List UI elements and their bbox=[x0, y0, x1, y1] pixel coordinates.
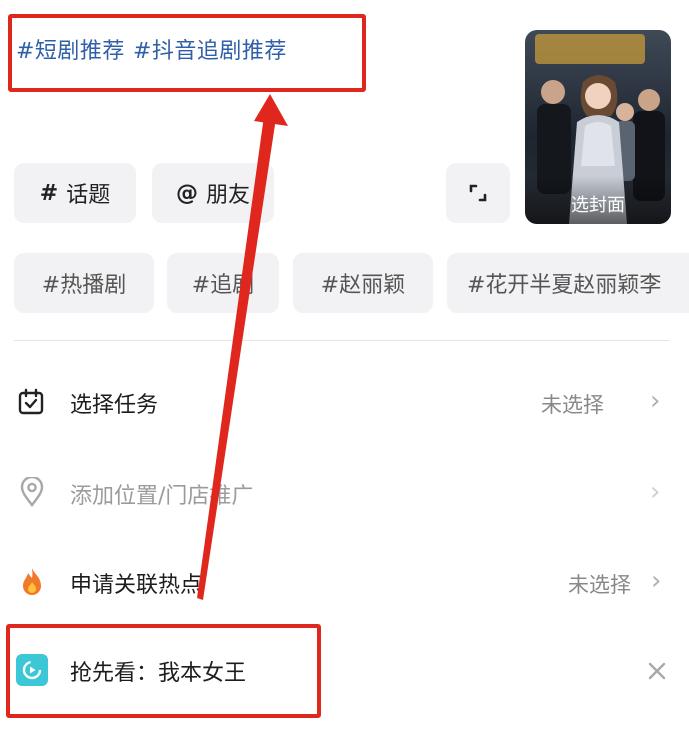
select-task-value: 未选择 bbox=[541, 393, 604, 417]
add-location-row[interactable]: 添加位置/门店推广 › bbox=[0, 462, 689, 522]
tag-chip-binge[interactable]: #追剧 bbox=[167, 253, 279, 313]
tag-chip-label: #热播剧 bbox=[41, 273, 127, 298]
link-hotspot-value: 未选择 bbox=[568, 573, 631, 597]
chevron-right-icon: › bbox=[650, 386, 661, 416]
friend-chip-label: 朋友 bbox=[205, 183, 250, 208]
tag-chip-label: #花开半夏赵丽颖李 bbox=[467, 273, 662, 298]
select-task-label: 选择任务 bbox=[70, 393, 159, 418]
topic-chip-label: 话题 bbox=[66, 183, 111, 208]
section-divider bbox=[14, 340, 670, 341]
select-task-row[interactable]: 选择任务 未选择 › bbox=[0, 372, 689, 432]
hash-icon: # bbox=[39, 180, 59, 206]
link-hotspot-label: 申请关联热点 bbox=[70, 573, 203, 598]
tag-chip-label: #赵丽颖 bbox=[320, 273, 406, 298]
calendar-check-icon bbox=[16, 387, 46, 417]
highlight-box-preview bbox=[6, 624, 321, 718]
choose-cover-label[interactable]: 选封面 bbox=[525, 176, 671, 224]
highlight-box-hashtags bbox=[8, 14, 366, 92]
flame-icon bbox=[17, 566, 47, 598]
location-pin-icon bbox=[17, 477, 47, 507]
tag-chip-label: #追剧 bbox=[191, 273, 255, 298]
topic-chip[interactable]: # 话题 bbox=[14, 163, 136, 223]
cover-thumbnail[interactable]: 选封面 bbox=[525, 30, 671, 224]
chevron-right-icon: › bbox=[650, 477, 661, 507]
tag-chip-zhao-liying[interactable]: #赵丽颖 bbox=[293, 253, 433, 313]
add-location-label: 添加位置/门店推广 bbox=[70, 484, 254, 509]
tag-chip-hot-drama[interactable]: #热播剧 bbox=[14, 253, 154, 313]
crop-button[interactable] bbox=[446, 163, 510, 223]
at-icon: @ bbox=[175, 180, 198, 206]
crop-icon bbox=[469, 184, 487, 202]
chevron-right-icon: › bbox=[651, 566, 662, 596]
link-hotspot-row[interactable]: 申请关联热点 未选择 › bbox=[0, 552, 689, 612]
friend-chip[interactable]: @ 朋友 bbox=[152, 163, 274, 223]
close-icon[interactable] bbox=[646, 660, 668, 682]
tag-chip-drama-title[interactable]: #花开半夏赵丽颖李 bbox=[447, 253, 689, 313]
